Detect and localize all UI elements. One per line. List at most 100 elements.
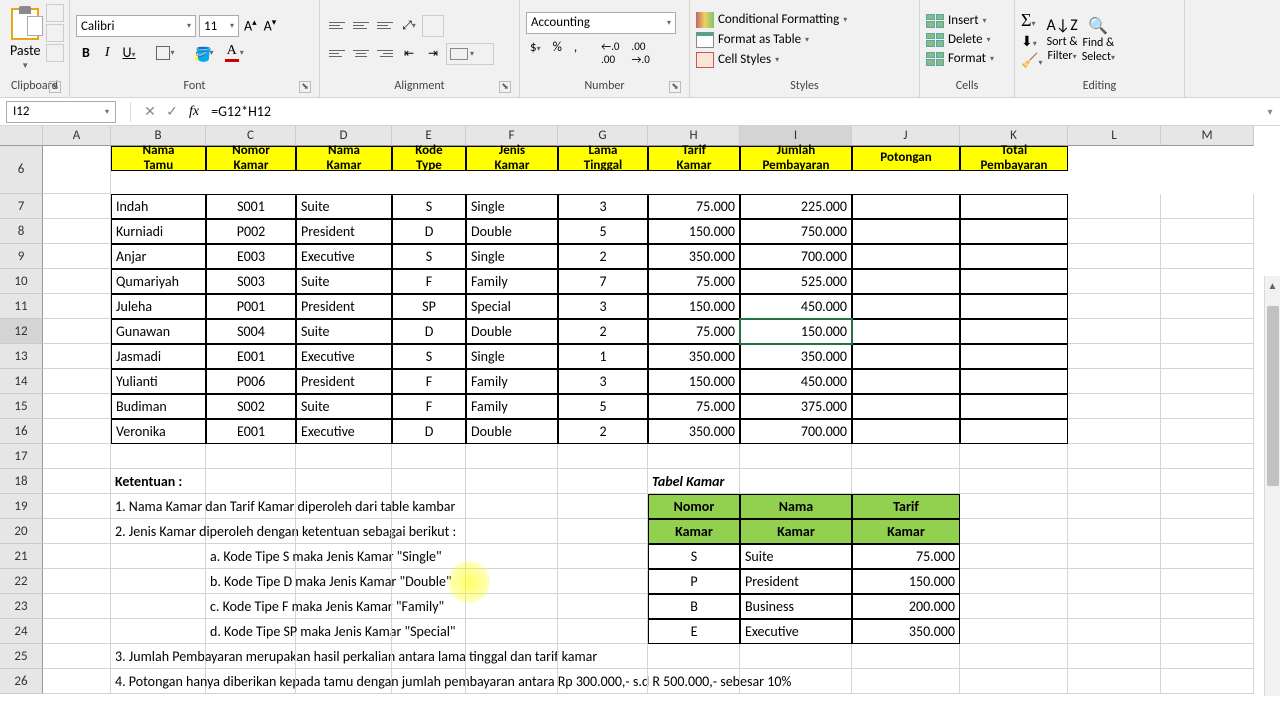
cell[interactable]: 150.000 <box>648 369 740 394</box>
name-box[interactable]: I12▾ <box>6 101 116 123</box>
cell[interactable]: 1. Nama Kamar dan Tarif Kamar diperoleh … <box>111 494 206 519</box>
cell[interactable] <box>43 194 111 219</box>
cell[interactable] <box>466 644 558 669</box>
cell[interactable] <box>466 519 558 544</box>
copy-button[interactable] <box>46 24 64 42</box>
cell[interactable] <box>466 619 558 644</box>
cell[interactable]: S001 <box>206 194 296 219</box>
cell[interactable] <box>206 519 296 544</box>
cell[interactable]: 150.000 <box>648 294 740 319</box>
increase-decimal-button[interactable]: ←.0.00 <box>597 38 623 68</box>
table-header[interactable]: TarifKamar <box>648 146 740 171</box>
autosum-button[interactable]: Σ▾ <box>1021 10 1042 31</box>
cell[interactable] <box>392 444 466 469</box>
cell[interactable]: P006 <box>206 369 296 394</box>
row-header-12[interactable]: 12 <box>0 319 43 344</box>
cell[interactable]: Anjar <box>111 244 206 269</box>
cell[interactable]: S004 <box>206 319 296 344</box>
cell[interactable] <box>960 594 1068 619</box>
cell[interactable] <box>960 569 1068 594</box>
select-all-corner[interactable] <box>0 126 43 146</box>
cell[interactable] <box>960 219 1068 244</box>
cell[interactable] <box>960 394 1068 419</box>
cell[interactable] <box>1161 469 1254 494</box>
cell[interactable] <box>392 669 466 694</box>
row-header-17[interactable]: 17 <box>0 444 43 469</box>
cell[interactable]: Double <box>466 219 558 244</box>
table-header[interactable]: JumlahPembayaran <box>740 146 852 171</box>
find-select-button[interactable]: 🔍 Find & Select▾ <box>1082 16 1115 64</box>
cell[interactable] <box>43 494 111 519</box>
format-painter-button[interactable] <box>46 44 64 62</box>
cells-area[interactable]: NamaTamuNomorKamarNamaKamarKodeTypeJenis… <box>43 146 1254 694</box>
table-header[interactable]: NamaKamar <box>296 146 392 171</box>
vertical-scrollbar[interactable]: ▲ <box>1264 276 1280 696</box>
cell[interactable] <box>296 669 392 694</box>
column-header-A[interactable]: A <box>43 126 111 146</box>
cell[interactable]: Executive <box>296 419 392 444</box>
cell[interactable]: Suite <box>296 394 392 419</box>
cell[interactable]: P <box>648 569 740 594</box>
cell[interactable]: Family <box>466 369 558 394</box>
cell[interactable] <box>1068 319 1161 344</box>
cell[interactable] <box>111 569 206 594</box>
cell[interactable] <box>558 644 648 669</box>
cell[interactable] <box>43 269 111 294</box>
cell[interactable] <box>1161 194 1254 219</box>
cell[interactable]: Business <box>740 594 852 619</box>
cell[interactable] <box>1068 419 1161 444</box>
cell[interactable] <box>1161 294 1254 319</box>
cell[interactable] <box>1068 544 1161 569</box>
insert-button[interactable]: Insert▾ <box>926 12 994 29</box>
cell[interactable] <box>852 294 960 319</box>
cell[interactable] <box>466 544 558 569</box>
cell[interactable] <box>1068 269 1161 294</box>
cell[interactable] <box>960 669 1068 694</box>
table-header[interactable]: JenisKamar <box>466 146 558 171</box>
cell[interactable] <box>960 419 1068 444</box>
cell[interactable] <box>111 619 206 644</box>
cell[interactable] <box>296 544 392 569</box>
conditional-formatting-button[interactable]: Conditional Formatting▾ <box>696 11 847 29</box>
cell[interactable]: Qumariyah <box>111 269 206 294</box>
table-header[interactable]: TotalPembayaran <box>960 146 1068 171</box>
cell[interactable]: S <box>392 244 466 269</box>
cell[interactable]: President <box>740 569 852 594</box>
cell[interactable] <box>43 519 111 544</box>
cell[interactable] <box>296 594 392 619</box>
row-header-19[interactable]: 19 <box>0 494 43 519</box>
cell[interactable]: Family <box>466 394 558 419</box>
cell[interactable]: Veronika <box>111 419 206 444</box>
cell[interactable] <box>1161 644 1254 669</box>
cell[interactable]: 2 <box>558 419 648 444</box>
cell[interactable]: 1 <box>558 344 648 369</box>
cell[interactable]: D <box>392 219 466 244</box>
row-header-25[interactable]: 25 <box>0 644 43 669</box>
table-header[interactable]: NamaTamu <box>111 146 206 171</box>
cell[interactable] <box>43 394 111 419</box>
cell[interactable]: 75.000 <box>648 269 740 294</box>
row-header-10[interactable]: 10 <box>0 269 43 294</box>
cell[interactable] <box>960 319 1068 344</box>
underline-button[interactable]: U▾ <box>119 42 140 63</box>
cell[interactable]: President <box>296 294 392 319</box>
cell[interactable] <box>466 569 558 594</box>
cell[interactable]: 350.000 <box>648 244 740 269</box>
cell[interactable] <box>852 444 960 469</box>
cell[interactable]: Budiman <box>111 394 206 419</box>
cell[interactable] <box>852 669 960 694</box>
format-button[interactable]: Format▾ <box>926 50 994 67</box>
cell[interactable] <box>392 594 466 619</box>
cell[interactable]: Suite <box>296 194 392 219</box>
bold-button[interactable]: B <box>76 42 96 63</box>
decrease-font-button[interactable]: A▾ <box>262 17 279 35</box>
cell[interactable] <box>206 444 296 469</box>
cell[interactable]: Juleha <box>111 294 206 319</box>
cell[interactable] <box>43 644 111 669</box>
cell[interactable]: 750.000 <box>740 219 852 244</box>
cell[interactable] <box>296 569 392 594</box>
cell[interactable]: S <box>648 544 740 569</box>
cell[interactable] <box>111 544 206 569</box>
cell[interactable]: E001 <box>206 344 296 369</box>
table-header[interactable]: NomorKamar <box>206 146 296 171</box>
